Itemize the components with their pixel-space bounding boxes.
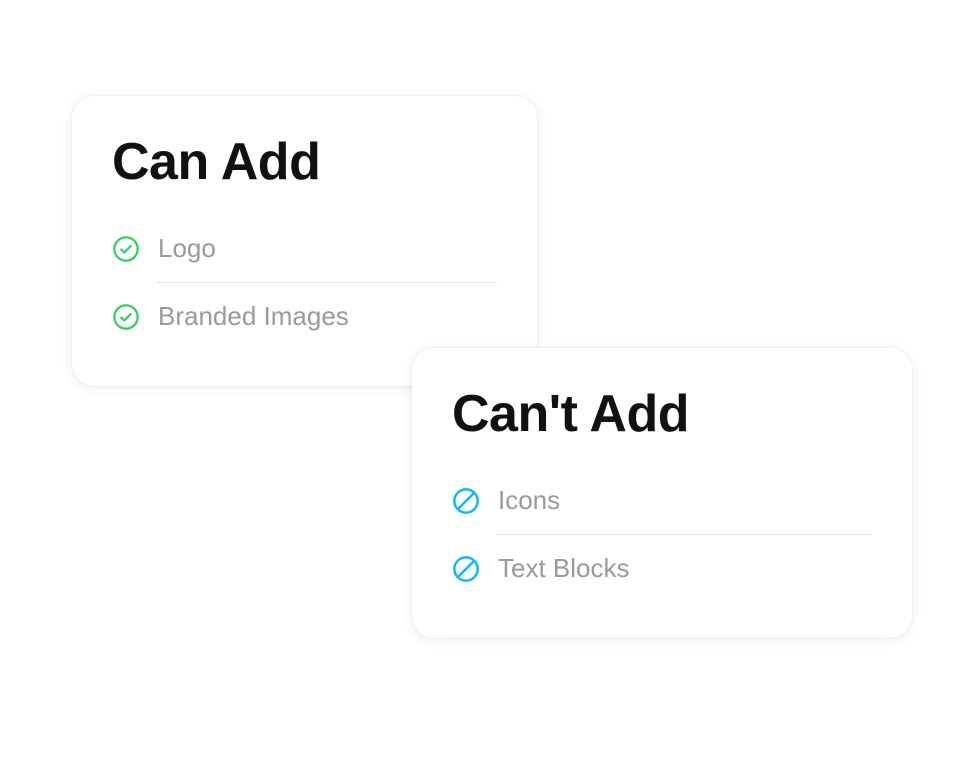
can-add-card: Can Add Logo Branded Images [72, 96, 537, 386]
cant-add-card: Can't Add Icons Text Blocks [412, 348, 912, 638]
cant-add-title: Can't Add [452, 386, 872, 443]
check-circle-icon [112, 303, 140, 331]
check-circle-icon [112, 235, 140, 263]
block-circle-icon [452, 487, 480, 515]
item-label: Text Blocks [498, 553, 630, 584]
can-add-item: Branded Images [112, 283, 497, 350]
item-label: Branded Images [158, 301, 349, 332]
can-add-item: Logo [112, 215, 497, 282]
item-label: Logo [158, 233, 216, 264]
item-label: Icons [498, 485, 560, 516]
block-circle-icon [452, 555, 480, 583]
can-add-title: Can Add [112, 134, 497, 191]
cant-add-item: Text Blocks [452, 535, 872, 602]
cant-add-item: Icons [452, 467, 872, 534]
